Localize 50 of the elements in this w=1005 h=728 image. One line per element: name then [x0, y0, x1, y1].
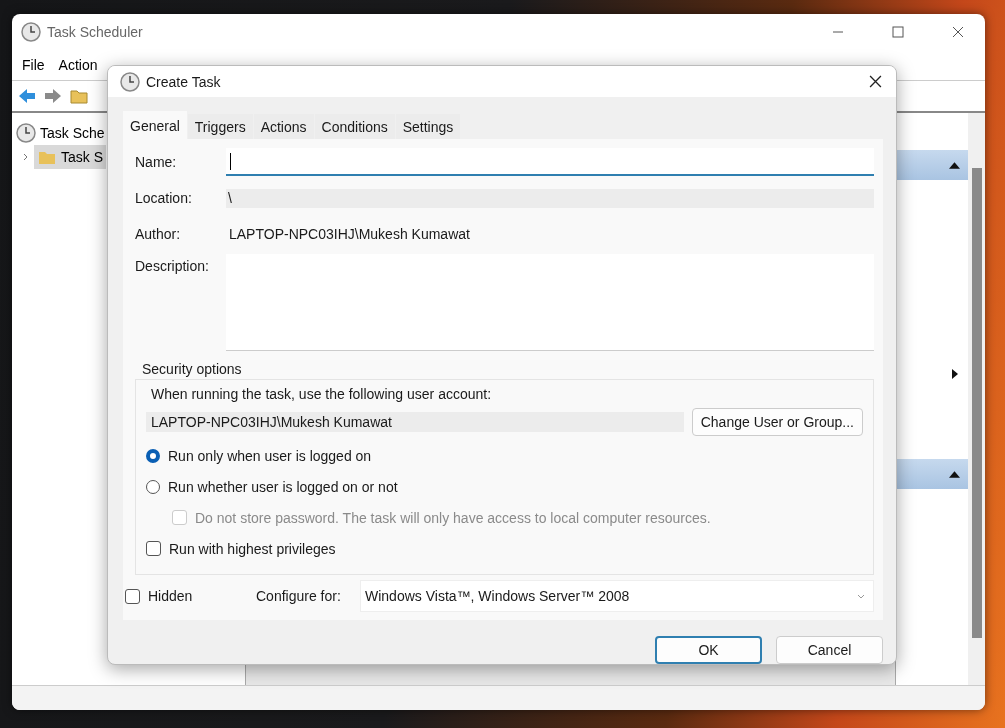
- tab[interactable]: Actions: [253, 114, 314, 139]
- clock-icon: [120, 71, 140, 92]
- checkbox[interactable]: [146, 541, 161, 556]
- maximize-icon[interactable]: [892, 26, 904, 38]
- tab[interactable]: Settings: [395, 114, 461, 139]
- dialog-button[interactable]: Cancel: [776, 636, 883, 664]
- menu-item[interactable]: File: [22, 57, 45, 73]
- field-label: Description:: [135, 257, 210, 274]
- close-icon[interactable]: [869, 75, 882, 88]
- checkbox-label: Hidden: [148, 588, 194, 604]
- forward-arrow-icon[interactable]: [43, 86, 63, 106]
- tab[interactable]: General: [123, 111, 187, 139]
- window-title: Task Scheduler: [47, 24, 143, 40]
- chevron-down-icon: [857, 592, 865, 600]
- dialog-title: Create Task: [146, 73, 221, 90]
- field-label: Configure for:: [256, 588, 342, 604]
- change-user-button[interactable]: Change User or Group...: [691, 408, 863, 436]
- tree-item[interactable]: Task S: [34, 145, 106, 169]
- clock-icon: [21, 22, 41, 42]
- tab[interactable]: Conditions: [314, 114, 395, 139]
- author-value: LAPTOP-NPC03IHJ\Mukesh Kumawat: [228, 226, 470, 242]
- scrollbar[interactable]: [968, 113, 985, 685]
- option-label: Run with highest privileges: [169, 540, 336, 557]
- collapse-triangle-icon[interactable]: [949, 470, 960, 478]
- checkbox[interactable]: [125, 588, 140, 604]
- option-label: Run whether user is logged on or not: [168, 478, 398, 495]
- user-account-value: LAPTOP-NPC03IHJ\Mukesh Kumawat: [146, 412, 684, 432]
- name-field[interactable]: [226, 148, 874, 176]
- location-value: \: [226, 188, 874, 208]
- field-label: Location:: [135, 190, 193, 206]
- configure-dropdown[interactable]: Windows Vista™, Windows Server™ 2008: [360, 580, 874, 612]
- field-label: Author:: [135, 226, 182, 242]
- tree-item[interactable]: Task Sche: [40, 125, 105, 141]
- account-prompt: When running the task, use the following user account:: [151, 386, 493, 402]
- description-field[interactable]: [226, 254, 874, 351]
- radio-button[interactable]: [146, 479, 160, 494]
- collapse-triangle-icon[interactable]: [949, 161, 960, 169]
- close-icon[interactable]: [952, 26, 964, 38]
- menu-item[interactable]: Action: [58, 57, 98, 73]
- option-label: Do not store password. The task will only have access to local computer resources.: [195, 509, 711, 526]
- group-title: Security options: [142, 361, 243, 377]
- back-arrow-icon[interactable]: [17, 86, 37, 106]
- radio-button[interactable]: [146, 448, 160, 463]
- dialog-button[interactable]: OK: [655, 636, 762, 664]
- field-label: Name:: [135, 154, 178, 170]
- tab[interactable]: Triggers: [187, 114, 253, 139]
- clock-icon: [16, 123, 36, 143]
- option-label: Run only when user is logged on: [168, 447, 372, 464]
- chevron-right-icon[interactable]: [22, 153, 30, 161]
- submenu-arrow-icon[interactable]: [952, 369, 958, 379]
